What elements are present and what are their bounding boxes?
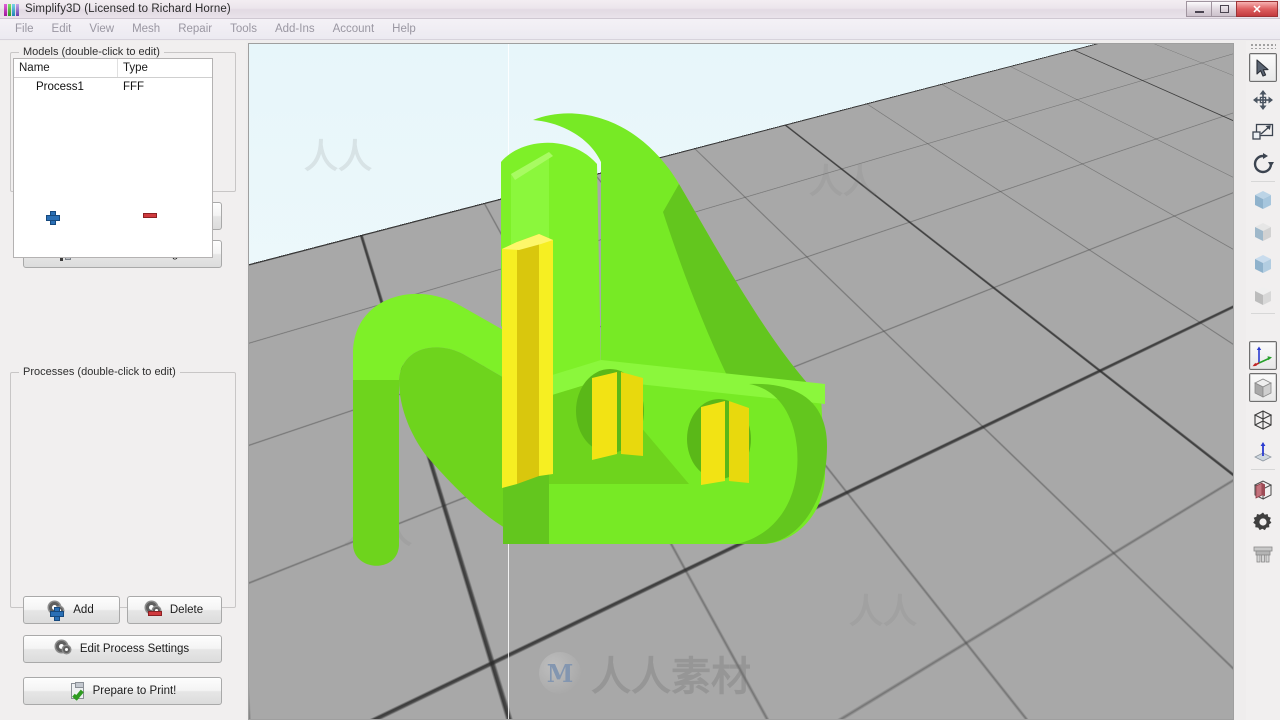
rotate-icon bbox=[1253, 152, 1274, 173]
menu-item-account[interactable]: Account bbox=[324, 21, 384, 37]
edit-process-settings-button[interactable]: Edit Process Settings bbox=[23, 635, 222, 663]
cube-gray-front-icon bbox=[1255, 222, 1271, 241]
minimize-button[interactable] bbox=[1186, 1, 1212, 17]
gear-minus-icon bbox=[145, 601, 164, 619]
title-bar: Simplify3D (Licensed to Richard Horne) ✕ bbox=[0, 0, 1280, 19]
add-process-button[interactable]: Add bbox=[23, 596, 120, 624]
support-column-left-face bbox=[502, 242, 517, 488]
support-pillar-hole-1-a bbox=[592, 372, 617, 460]
menu-item-edit[interactable]: Edit bbox=[43, 21, 81, 37]
extruder-button[interactable] bbox=[1249, 539, 1277, 568]
processes-group-box: Processes (double-click to edit) bbox=[10, 366, 236, 608]
column-header-type: Type bbox=[123, 62, 148, 74]
support-pillar-hole-2-a bbox=[701, 401, 725, 485]
close-button[interactable]: ✕ bbox=[1236, 1, 1278, 17]
table-header: Name Type bbox=[14, 59, 212, 78]
processes-table[interactable]: Name Type Process1 FFF bbox=[13, 58, 213, 258]
cross-section-button[interactable] bbox=[1249, 475, 1277, 504]
table-row[interactable]: Process1 FFF bbox=[14, 78, 212, 96]
window-title: Simplify3D (Licensed to Richard Horne) bbox=[25, 3, 231, 15]
models-panel-title: Models (double-click to edit) bbox=[19, 46, 164, 58]
gears-icon bbox=[55, 640, 74, 658]
column-header-name: Name bbox=[14, 59, 118, 77]
normal-arrow-icon bbox=[1254, 441, 1272, 461]
view-isometric-button[interactable] bbox=[1249, 185, 1277, 214]
menu-item-repair[interactable]: Repair bbox=[169, 21, 221, 37]
select-tool-button[interactable] bbox=[1249, 53, 1277, 82]
menu-bar: File Edit View Mesh Repair Tools Add-Ins… bbox=[0, 19, 1280, 40]
toolbar-drag-grip[interactable] bbox=[1250, 43, 1276, 49]
menu-item-view[interactable]: View bbox=[80, 21, 123, 37]
cube-gray-top-icon bbox=[1255, 286, 1271, 305]
cube-solid-icon bbox=[1254, 378, 1272, 398]
menu-item-tools[interactable]: Tools bbox=[221, 21, 266, 37]
right-toolbar bbox=[1246, 41, 1280, 720]
menu-item-file[interactable]: File bbox=[6, 21, 43, 37]
view-front-button[interactable] bbox=[1249, 217, 1277, 246]
minimize-icon bbox=[1194, 10, 1204, 13]
prepare-to-print-button[interactable]: Prepare to Print! bbox=[23, 677, 222, 705]
gear-icon bbox=[1253, 512, 1272, 530]
wireframe-button[interactable] bbox=[1249, 405, 1277, 434]
cursor-arrow-icon bbox=[1256, 58, 1269, 77]
move-arrows-icon bbox=[1253, 89, 1273, 110]
xyz-axes-icon bbox=[1252, 346, 1272, 366]
prepare-to-print-label: Prepare to Print! bbox=[92, 685, 177, 697]
model-3d-coat-and-key-hook[interactable] bbox=[249, 44, 1234, 720]
delete-process-button[interactable]: Delete bbox=[127, 596, 222, 624]
scale-icon bbox=[1252, 123, 1274, 140]
cell-process-type: FFF bbox=[123, 81, 145, 93]
gear-plus-icon bbox=[49, 601, 67, 621]
move-tool-button[interactable] bbox=[1249, 85, 1277, 114]
restore-button[interactable] bbox=[1211, 1, 1237, 17]
support-column-right-face bbox=[539, 234, 553, 476]
simplify3d-window: Simplify3D (Licensed to Richard Horne) ✕… bbox=[0, 0, 1280, 720]
cross-section-cube-icon bbox=[1253, 479, 1273, 500]
support-column-mid-face bbox=[517, 234, 539, 484]
left-panel: Models (double-click to edit) Coat_and_K… bbox=[0, 41, 246, 720]
rotate-tool-button[interactable] bbox=[1249, 149, 1277, 178]
delete-button-label: Delete bbox=[169, 604, 204, 616]
normals-button[interactable] bbox=[1249, 437, 1277, 466]
view-top-button[interactable] bbox=[1249, 281, 1277, 310]
processes-panel-title: Processes (double-click to edit) bbox=[19, 366, 180, 378]
support-pillar-hole-2-b bbox=[729, 401, 749, 483]
settings-button[interactable] bbox=[1249, 507, 1277, 536]
cube-blue-side-icon bbox=[1255, 254, 1271, 273]
3d-viewport[interactable]: 人人 人人 人人 人人 M 人人素材 bbox=[248, 43, 1234, 720]
scale-tool-button[interactable] bbox=[1249, 117, 1277, 146]
add-button-label: Add bbox=[73, 604, 94, 616]
clipboard-check-icon bbox=[69, 682, 87, 701]
solid-shading-button[interactable] bbox=[1249, 373, 1277, 402]
menu-item-help[interactable]: Help bbox=[383, 21, 425, 37]
origin-axes-button[interactable] bbox=[1249, 341, 1277, 370]
cube-blue-icon bbox=[1255, 190, 1271, 209]
simplify3d-logo-icon bbox=[4, 3, 20, 16]
support-pillar-hole-1-b bbox=[621, 372, 643, 456]
restore-icon bbox=[1219, 5, 1229, 13]
menu-item-add-ins[interactable]: Add-Ins bbox=[266, 21, 324, 37]
edit-process-settings-label: Edit Process Settings bbox=[79, 643, 190, 655]
cell-process-name: Process1 bbox=[36, 81, 84, 93]
window-controls: ✕ bbox=[1186, 1, 1278, 17]
extruder-icon bbox=[1253, 546, 1273, 562]
menu-item-mesh[interactable]: Mesh bbox=[123, 21, 169, 37]
hook-arm-left-wall bbox=[353, 380, 399, 566]
view-side-button[interactable] bbox=[1249, 249, 1277, 278]
cube-wireframe-icon bbox=[1253, 409, 1273, 430]
